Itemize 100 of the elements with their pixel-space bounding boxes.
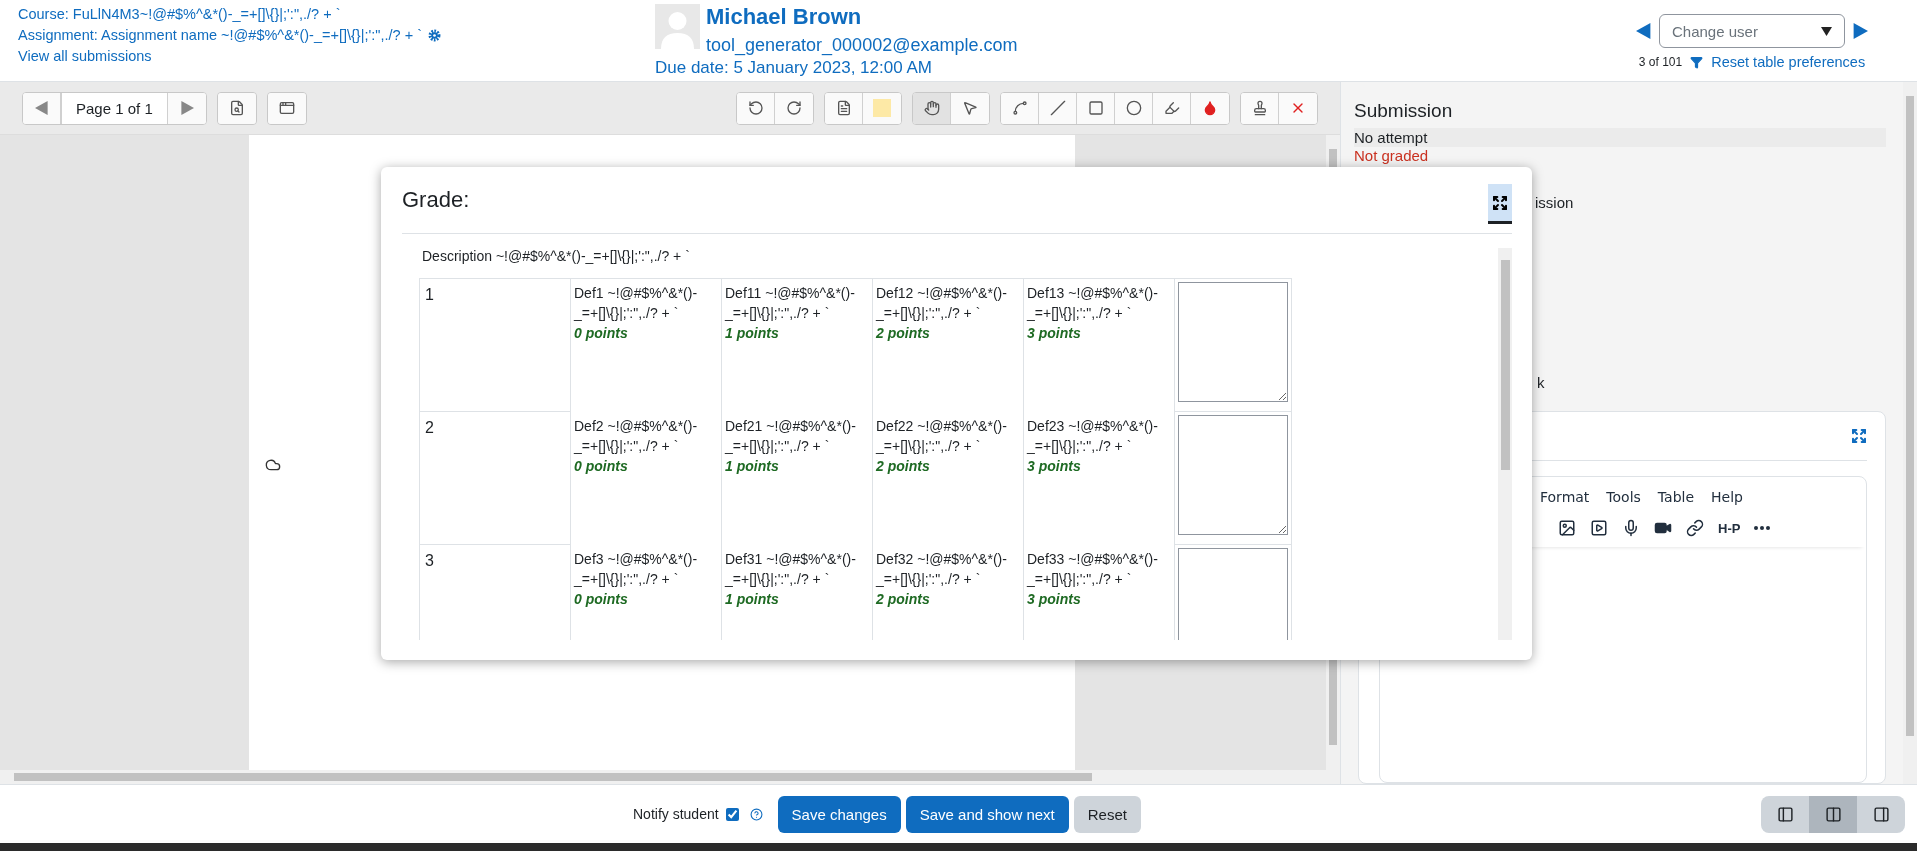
scrollbar-thumb[interactable]: [14, 773, 1092, 781]
drop-icon: [1202, 100, 1218, 116]
expand-icon: [1492, 194, 1508, 211]
scrollbar-thumb[interactable]: [1500, 260, 1510, 470]
panel-right-icon: [1872, 805, 1890, 823]
image-icon: [1558, 519, 1576, 537]
next-icon: [179, 101, 194, 115]
rubric-level[interactable]: Def13 ~!@#$%^&*()-_=+[]\{}|;':",./? + ` 3 points: [1027, 283, 1171, 343]
editor-menu-item[interactable]: Format: [1540, 489, 1590, 505]
layout-button[interactable]: [1761, 795, 1809, 833]
rubric-level[interactable]: Def1 ~!@#$%^&*()-_=+[]\{}|;':",./? + ` 0 points: [574, 283, 718, 343]
remark-field[interactable]: [1178, 415, 1288, 535]
expand-comments-button[interactable]: [267, 92, 306, 124]
search-document-icon: [228, 100, 245, 116]
color-tool-button[interactable]: [863, 92, 901, 124]
label-text: k: [1537, 374, 1545, 391]
notify-checkbox[interactable]: [725, 807, 739, 821]
remark-field[interactable]: [1178, 282, 1288, 402]
rectangle-icon: [1087, 100, 1104, 116]
panel-left-icon: [1776, 805, 1794, 823]
rotate-left-tool-button[interactable]: [737, 92, 775, 124]
highlighter-tool-button[interactable]: [1153, 92, 1191, 124]
change-user-select[interactable]: Change user: [1659, 14, 1845, 48]
criterion-label: 2: [419, 411, 571, 545]
editor-menu-item[interactable]: Tools: [1606, 489, 1641, 505]
filter-icon[interactable]: [1690, 55, 1704, 69]
layout-button[interactable]: [1857, 795, 1905, 833]
course-link[interactable]: Course: FuLlN4M3~!@#$%^&*()-_=+[]\{}|;':",./? + `: [18, 6, 341, 22]
rotate-right-tool-button[interactable]: [775, 92, 813, 124]
assignment-link[interactable]: Assignment: Assignment name ~!@#$%^&*()-_=+[]\{}|;':",./? + `: [18, 27, 422, 43]
criterion-label: 1: [419, 278, 571, 412]
expand-icon[interactable]: [1851, 428, 1867, 444]
previous-user-button[interactable]: [1636, 23, 1652, 39]
pointer-icon: [962, 100, 978, 116]
audio-button[interactable]: [1622, 519, 1640, 537]
media-button[interactable]: [1590, 519, 1608, 537]
search-comments-button[interactable]: [217, 92, 256, 124]
settings-icon[interactable]: [427, 28, 441, 42]
image-button[interactable]: [1558, 519, 1576, 537]
submission-status: No attempt: [1354, 128, 1886, 147]
reset-preferences-link[interactable]: Reset table preferences: [1711, 54, 1866, 70]
hand-icon: [923, 100, 940, 116]
rectangle-tool-button[interactable]: [1077, 92, 1115, 124]
window-icon: [278, 100, 295, 116]
pen-icon: [1011, 100, 1028, 116]
stamp-tool-button[interactable]: [1241, 92, 1279, 124]
highlighter-icon: [1163, 100, 1180, 116]
remark-field[interactable]: [1178, 548, 1288, 640]
previous-page-button[interactable]: [23, 92, 61, 124]
layout-button[interactable]: [1809, 795, 1857, 833]
rubric-level[interactable]: Def31 ~!@#$%^&*()-_=+[]\{}|;':",./? + ` 1 points: [725, 548, 869, 609]
rubric-level[interactable]: Def32 ~!@#$%^&*()-_=+[]\{}|;':",./? + ` 2 points: [876, 548, 1020, 609]
color-swatch-icon: [873, 99, 891, 117]
rotate-right-icon: [786, 100, 802, 116]
pen-tool-button[interactable]: [1001, 92, 1039, 124]
notify-label: Notify student: [633, 806, 719, 822]
hand-tool-button[interactable]: [913, 92, 951, 124]
fullscreen-button[interactable]: [1488, 184, 1512, 224]
dialog-title: Grade:: [402, 187, 470, 213]
editor-menu-item[interactable]: Table: [1657, 489, 1695, 505]
editor-menu-item[interactable]: Help: [1711, 489, 1743, 505]
oval-tool-button[interactable]: [1115, 92, 1153, 124]
view-submissions-link[interactable]: View all submissions: [18, 48, 152, 64]
link-icon: [1686, 519, 1704, 537]
next-user-button[interactable]: [1852, 23, 1868, 39]
help-icon[interactable]: [749, 807, 763, 821]
comment-tool-button[interactable]: [825, 92, 863, 124]
rubric-level[interactable]: Def2 ~!@#$%^&*()-_=+[]\{}|;':",./? + ` 0 points: [574, 415, 718, 476]
user-name[interactable]: Michael Brown: [706, 4, 1018, 30]
grading-status: Not graded: [1354, 147, 1430, 164]
next-icon: [1852, 23, 1868, 39]
rubric-level[interactable]: Def3 ~!@#$%^&*()-_=+[]\{}|;':",./? + ` 0 points: [574, 548, 718, 609]
footer-button[interactable]: Reset: [1073, 795, 1141, 833]
drop-tool-button[interactable]: [1191, 92, 1229, 124]
rubric-level[interactable]: Def21 ~!@#$%^&*()-_=+[]\{}|;':",./? + ` 1 points: [725, 415, 869, 476]
rubric-level[interactable]: Def23 ~!@#$%^&*()-_=+[]\{}|;':",./? + ` 3 points: [1027, 415, 1171, 476]
next-page-button[interactable]: [167, 92, 206, 124]
oval-icon: [1125, 100, 1142, 116]
stamp-icon: [1251, 100, 1268, 116]
footer-button[interactable]: Save changes: [777, 795, 901, 833]
label-text: ission: [1535, 194, 1574, 211]
rubric-level[interactable]: Def33 ~!@#$%^&*()-_=+[]\{}|;':",./? + ` 3 points: [1027, 548, 1171, 609]
line-icon: [1049, 100, 1066, 116]
link-button[interactable]: [1686, 519, 1704, 537]
rubric-level[interactable]: Def12 ~!@#$%^&*()-_=+[]\{}|;':",./? + ` 2 points: [876, 283, 1020, 343]
scrollbar-thumb[interactable]: [1906, 96, 1914, 737]
h5p-button[interactable]: H-P: [1718, 520, 1741, 536]
rotate-left-icon: [747, 100, 764, 116]
cloud-icon[interactable]: [265, 457, 281, 473]
more-button[interactable]: [1754, 526, 1771, 530]
rubric-level[interactable]: Def11 ~!@#$%^&*()-_=+[]\{}|;':",./? + ` 1 points: [725, 283, 869, 343]
submission-heading: Submission: [1354, 100, 1454, 122]
user-email[interactable]: tool_generator_000002@example.com: [706, 35, 1018, 56]
more-icon: [1754, 526, 1771, 530]
footer-button[interactable]: Save and show next: [905, 795, 1069, 833]
rubric-level[interactable]: Def22 ~!@#$%^&*()-_=+[]\{}|;':",./? + ` 2 points: [876, 415, 1020, 476]
pointer-tool-button[interactable]: [951, 92, 989, 124]
criterion-label: 3: [419, 544, 571, 640]
microphone-icon: [1622, 519, 1640, 537]
due-date: Due date: 5 January 2023, 12:00 AM: [655, 58, 933, 78]
